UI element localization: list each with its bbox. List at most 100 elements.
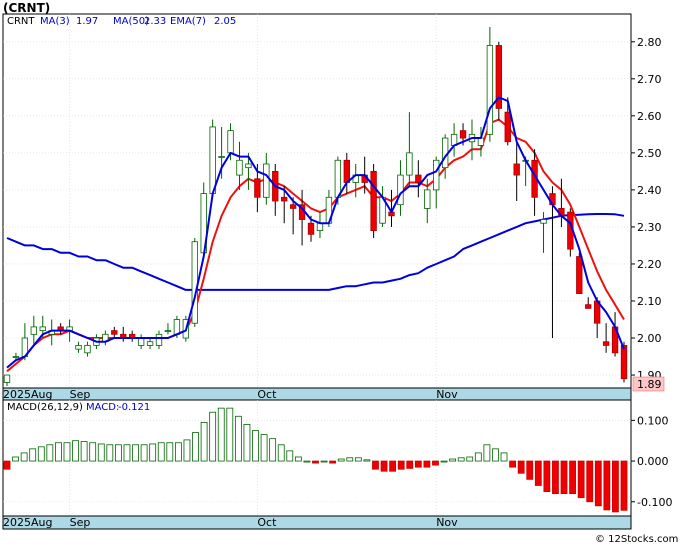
macd-bar-positive	[20, 452, 28, 462]
macd-bar-positive	[260, 434, 268, 462]
candle-body-down	[281, 196, 288, 202]
macd-bar-negative	[380, 460, 388, 472]
macd-x-axis	[2, 515, 632, 530]
macd-value-label: MACD:	[86, 402, 119, 413]
macd-bar-positive	[123, 444, 131, 462]
candle-body-up	[433, 159, 440, 191]
macd-bar-positive	[174, 442, 182, 462]
macd-bar-positive	[492, 448, 499, 462]
macd-bar-positive	[37, 446, 45, 462]
x-label: 2025Aug	[3, 516, 52, 529]
macd-legend: MACD(26,12,9) MACD: -0.121	[7, 402, 150, 413]
macd-bar-negative	[552, 460, 559, 495]
legend-ticker: CRNT	[7, 16, 35, 27]
candle-body-down	[307, 222, 315, 235]
candle-body-up	[218, 156, 225, 158]
macd-bar-positive	[166, 442, 174, 462]
macd-bar-positive	[354, 457, 362, 462]
macd-bar-positive	[209, 411, 217, 462]
candle-body-up	[397, 174, 404, 206]
macd-bar-positive	[55, 442, 62, 462]
macd-y-tick-label: 0.100	[637, 414, 669, 427]
candle-body-up	[30, 326, 37, 335]
macd-bar-negative	[423, 460, 431, 468]
macd-bar-positive	[286, 450, 294, 462]
candle-body-up	[477, 137, 485, 146]
macd-bar-negative	[372, 460, 379, 470]
candle-body-up	[39, 326, 46, 332]
macd-bar-negative	[534, 460, 542, 486]
candle-body-down	[415, 174, 422, 183]
macd-bar-positive	[252, 430, 259, 462]
candle-body-up	[137, 337, 145, 346]
price-y-tick-label: 2.50	[637, 147, 662, 160]
macd-bar-positive	[346, 457, 354, 462]
candle-body-up	[334, 159, 342, 198]
price-x-axis	[2, 387, 632, 401]
macd-bar-positive	[140, 444, 148, 462]
macd-bar-positive	[97, 443, 105, 462]
candle-body-down	[289, 204, 297, 209]
x-label: Nov	[436, 388, 458, 401]
legend-ma50-value: 2.33	[144, 16, 166, 27]
chart-title: (CRNT)	[3, 1, 50, 15]
candle-body-up	[486, 45, 494, 135]
macd-bar-negative	[586, 460, 594, 503]
candle-body-up	[75, 345, 82, 350]
macd-bar-negative	[543, 460, 551, 492]
macd-bar-positive	[234, 415, 242, 462]
candle-body-down	[254, 178, 261, 198]
macd-bar-negative	[577, 460, 585, 499]
macd-bar-positive	[474, 452, 482, 462]
macd-bar-negative	[3, 460, 11, 470]
price-y-tick-label: 2.20	[637, 258, 662, 271]
macd-bar-positive	[89, 442, 97, 462]
x-label: Oct	[257, 516, 277, 529]
candle-body-up	[263, 163, 270, 198]
candle	[191, 238, 198, 327]
candle-body-up	[146, 341, 154, 346]
x-label: Oct	[257, 388, 277, 401]
macd-bar-negative	[560, 460, 568, 495]
macd-bar-positive	[457, 457, 465, 462]
macd-bar-positive	[80, 441, 88, 462]
macd-bar-negative	[603, 460, 611, 511]
macd-bar-positive	[294, 456, 302, 462]
candle-body-down	[585, 304, 592, 309]
candle-body-down	[343, 159, 350, 183]
price-panel	[2, 13, 632, 389]
macd-bar-negative	[432, 460, 439, 466]
macd-y-tick-label: -0.100	[637, 496, 672, 509]
macd-bar-positive	[12, 456, 19, 462]
x-label: Sep	[70, 516, 91, 529]
macd-bar-positive	[440, 460, 448, 463]
candle	[370, 163, 377, 239]
candle-body-down	[504, 111, 511, 143]
macd-bar-positive	[466, 456, 474, 462]
legend-ema7-value: 2.05	[214, 16, 236, 27]
candle-body-up	[245, 163, 252, 169]
macd-bar-positive	[449, 458, 457, 462]
macd-bar-positive	[192, 432, 199, 462]
candle-body-up	[164, 330, 172, 333]
candle-body-up	[173, 319, 181, 335]
macd-bar-negative	[620, 460, 628, 511]
macd-bar-positive	[303, 460, 311, 463]
price-y-tick-label: 2.80	[637, 36, 662, 49]
candle-body-up	[406, 152, 413, 176]
macd-bar-positive	[269, 438, 277, 462]
macd-bar-positive	[183, 439, 191, 462]
macd-bar-negative	[389, 460, 397, 472]
candle-body-up	[236, 159, 243, 176]
macd-bar-positive	[243, 424, 251, 462]
candle-body-down	[576, 256, 583, 294]
x-label: Nov	[436, 516, 458, 529]
candle	[495, 41, 502, 120]
macd-bar-positive	[72, 440, 79, 462]
legend-ma3-label: MA(3)	[40, 16, 70, 27]
macd-bar-negative	[517, 460, 525, 474]
macd-bar-positive	[106, 444, 114, 462]
legend-ma3-value: 1.97	[76, 16, 98, 27]
macd-bar-negative	[397, 460, 405, 470]
macd-bar-positive	[483, 444, 491, 462]
